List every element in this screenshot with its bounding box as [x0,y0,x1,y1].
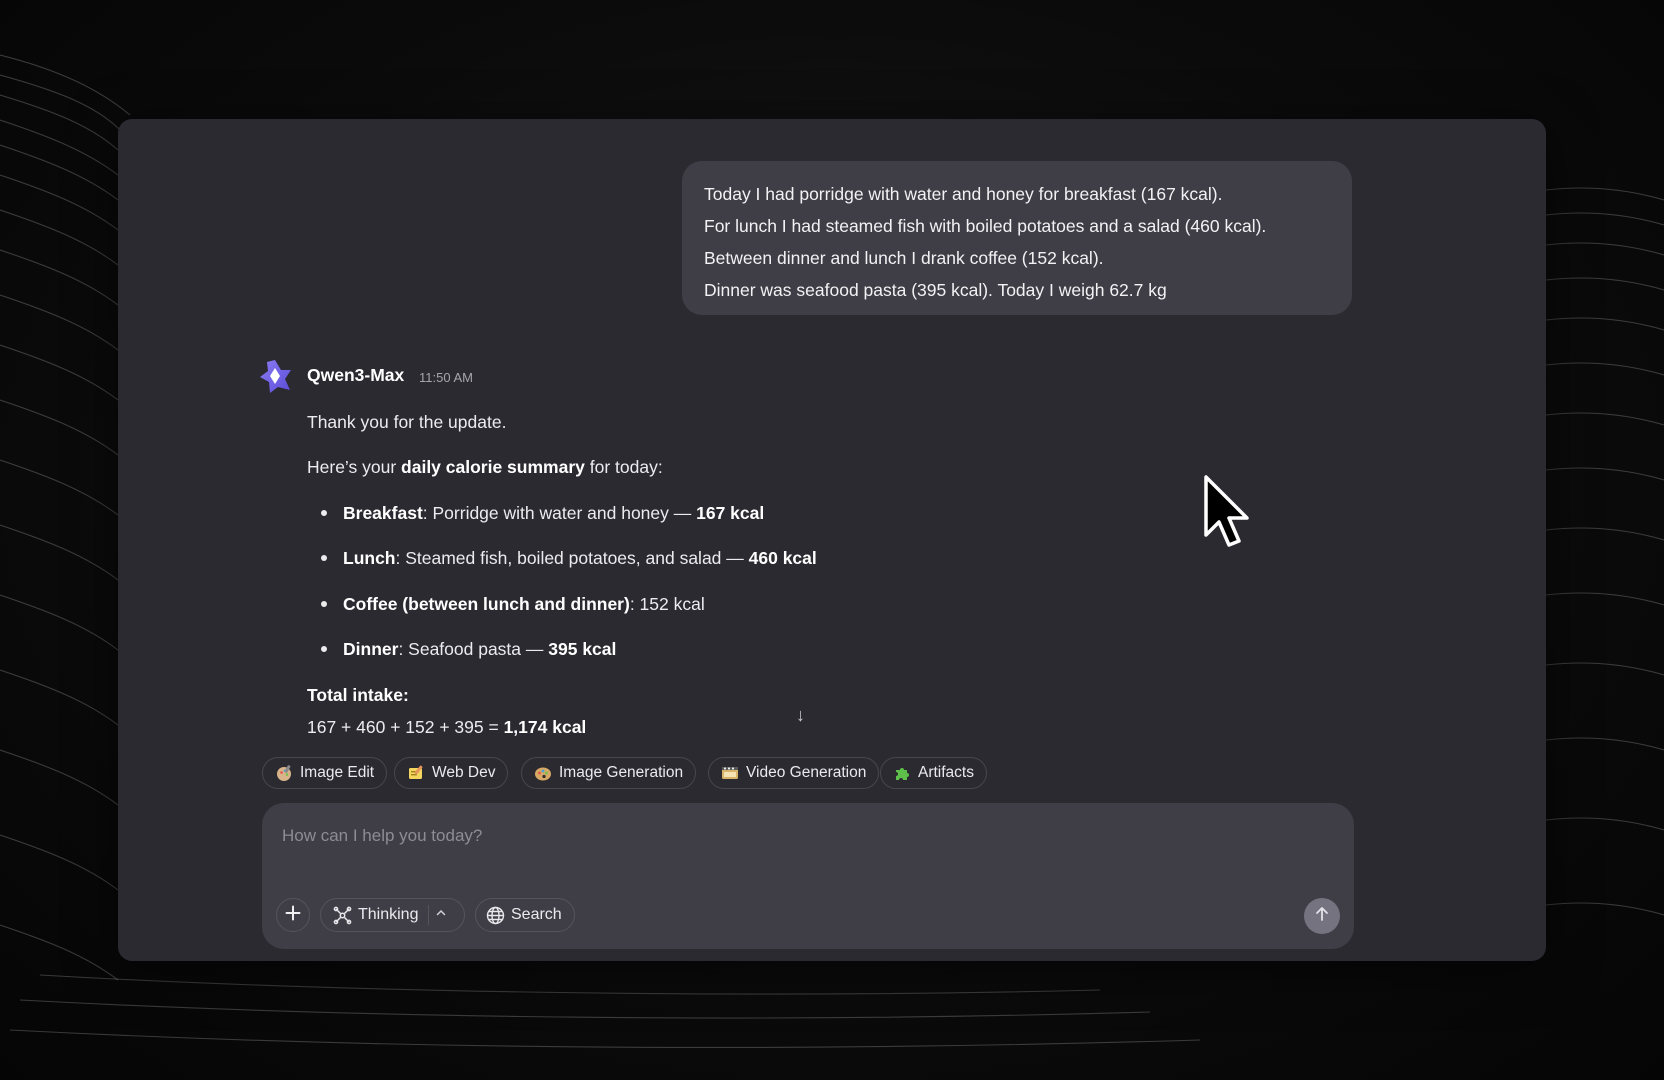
chip-image-edit[interactable]: Image Edit [262,757,388,789]
pill-divider [428,905,430,925]
chip-label: Image Edit [300,764,375,781]
search-label: Search [511,906,562,923]
summary-prefix: Here’s your [307,457,402,477]
total-line: 167 + 460 + 152 + 395 = 1,174 kcal [307,714,586,740]
total-label-text: Total intake: [307,685,409,705]
mouse-cursor-icon [1204,475,1252,551]
palette-icon [534,764,552,782]
bullet-dot [321,646,327,652]
total-value: 1,174 kcal [503,717,587,737]
send-button[interactable] [1304,898,1340,934]
response-intro: Thank you for the update. [307,412,507,432]
chip-label: Video Generation [746,764,867,781]
item-text: : Seafood pasta — [398,639,549,659]
chip-image-generation[interactable]: Image Generation [521,757,697,789]
total-label: Total intake: [307,682,409,708]
item-text: : Steamed fish, boiled potatoes, and sal… [395,548,749,568]
chat-window: Today I had porridge with water and hone… [118,119,1546,961]
message-composer: Thinking Search [262,803,1354,949]
chip-label: Web Dev [432,764,496,781]
item-text: : Porridge with water and honey — [422,503,697,523]
user-message-line: Today I had porridge with water and hone… [704,184,1223,204]
item-value: 167 kcal [696,503,765,523]
chip-artifacts[interactable]: Artifacts [880,757,987,789]
item-title: Lunch [343,548,396,568]
summary-bold: daily calorie summary [401,457,585,477]
total-formula: 167 + 460 + 152 + 395 = [307,717,504,737]
message-timestamp: 11:50 AM [419,370,473,385]
user-message-line: For lunch I had steamed fish with boiled… [704,216,1267,236]
thinking-icon [333,906,352,925]
chevron-up-icon[interactable] [435,906,447,924]
item-text: : 152 kcal [629,594,705,614]
scroll-down-arrow-icon[interactable]: ↓ [796,706,805,724]
list-item: Coffee (between lunch and dinner): 152 k… [343,591,705,617]
chip-video-generation[interactable]: Video Generation [708,757,880,789]
bullet-dot [321,601,327,607]
user-message-line: Dinner was seafood pasta (395 kcal). Tod… [704,280,1167,300]
item-title: Dinner [343,639,399,659]
qwen-logo-icon [256,357,294,395]
assistant-name: Qwen3-Max [307,365,405,385]
item-value: 395 kcal [548,639,617,659]
chip-label: Artifacts [918,764,974,781]
item-title: Coffee (between lunch and dinner) [343,594,630,614]
film-icon [721,764,739,782]
chip-label: Image Generation [559,764,684,781]
plus-icon [285,905,301,926]
user-message-line: Between dinner and lunch I drank coffee … [704,248,1104,268]
item-value: 460 kcal [748,548,817,568]
chip-web-dev[interactable]: Web Dev [394,757,509,789]
puzzle-icon [893,764,911,782]
search-toggle[interactable]: Search [475,898,575,932]
image-edit-icon [275,764,293,782]
user-message-bubble: Today I had porridge with water and hone… [682,161,1352,315]
thinking-toggle[interactable]: Thinking [320,898,465,932]
bullet-dot [321,555,327,561]
message-input[interactable] [280,821,1284,851]
web-dev-icon [407,764,425,782]
globe-icon [486,906,505,925]
add-attachment-button[interactable] [276,898,310,932]
list-item: Breakfast: Porridge with water and honey… [343,500,764,526]
thinking-label: Thinking [358,906,419,923]
response-summary-line: Here’s your daily calorie summary for to… [307,454,663,480]
bullet-dot [321,510,327,516]
list-item: Lunch: Steamed fish, boiled potatoes, an… [343,545,817,571]
summary-suffix: for today: [584,457,663,477]
list-item: Dinner: Seafood pasta — 395 kcal [343,636,616,662]
arrow-up-icon [1313,905,1331,928]
item-title: Breakfast [343,503,423,523]
